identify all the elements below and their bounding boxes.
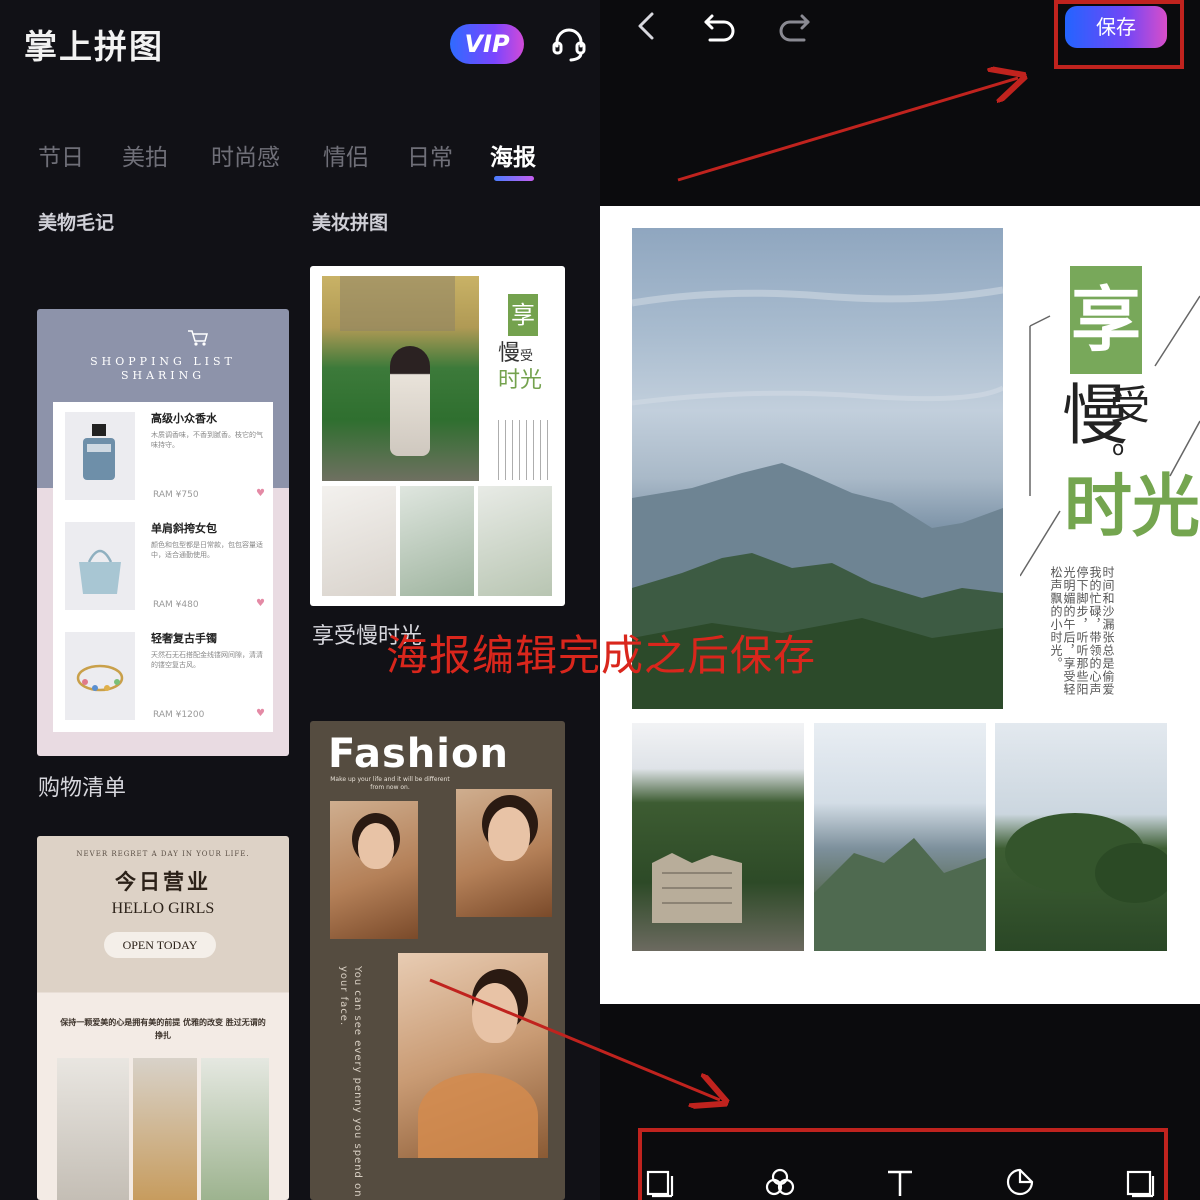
model-photo [456, 789, 552, 917]
today-title-en: HELLO GIRLS [111, 900, 215, 917]
item-desc: 颜色和包型都是日常款，包包容量适中，适合通勤使用。 [151, 541, 263, 559]
headset-icon[interactable] [548, 22, 590, 64]
poster-body-text[interactable]: 时间和沙漏张总是偷爱我的忙碌，带领的心声停下脚步，听听那些阳光明媚的午后，享受轻… [1049, 566, 1115, 706]
heart-icon: ♥ [256, 488, 265, 499]
item-price: RAM ¥1200 [153, 710, 205, 720]
template-card-slow-time[interactable]: 享 慢受 时光 [310, 266, 565, 606]
active-tab-indicator [494, 176, 534, 181]
sticker-icon[interactable] [1004, 1166, 1036, 1198]
today-title-cn: 今日营业 [115, 869, 211, 894]
undo-icon[interactable] [702, 8, 738, 44]
item-name: 单肩斜挎女包 [151, 522, 217, 535]
list-item: 单肩斜挎女包 颜色和包型都是日常款，包包容量适中，适合通勤使用。 RAM ¥48… [53, 512, 273, 620]
vip-badge-button[interactable]: VIP [450, 24, 524, 64]
tab-daily[interactable]: 日常 [407, 138, 453, 172]
poster-headline-box: 享 [508, 294, 538, 336]
perfume-image [65, 412, 135, 500]
poster-editor-panel: 保存 享 慢 受 o 时光 时间和沙漏张总是偷爱我的忙碌，带领的心声停下脚步，听… [600, 0, 1200, 1200]
poster-thumb-photo-1[interactable] [632, 723, 804, 951]
poster-thumb-photo-3[interactable] [995, 723, 1167, 951]
item-price: RAM ¥480 [153, 600, 199, 610]
list-item: 高级小众香水 木质调香味，不香到腻香。枝它的气味持守。 RAM ¥750 ♥ [53, 402, 273, 510]
reading-girl-photo [322, 276, 479, 481]
bag-image [65, 522, 135, 610]
fashion-title: Fashion [328, 731, 509, 777]
template-card-shopping[interactable]: SHOPPING LIST SHARING 高级小众香水 木质调香味，不香到腻香… [37, 309, 289, 756]
photo-thumb [201, 1058, 269, 1200]
today-open-badge: OPEN TODAY [104, 932, 216, 958]
list-item: 轻奢复古手镯 天然石无石搭配金线镂网间隙，清清的镂空复古风。 RAM ¥1200… [53, 622, 273, 730]
item-price: RAM ¥750 [153, 490, 199, 500]
template-gallery-panel: 掌上拼图 VIP 节日 美拍 时尚感 情侣 日常 海报 美物毛记 美妆拼图 SH… [0, 0, 600, 1200]
today-slogan: 保持一颗爱美的心是拥有美的前提 优雅的改变 胜过无谓的挣扎 [60, 1018, 266, 1040]
item-desc: 天然石无石搭配金线镂网间隙，清清的镂空复古风。 [151, 651, 263, 669]
shopping-heading-line2: SHARING [120, 369, 206, 382]
app-title: 掌上拼图 [24, 27, 164, 66]
model-photo [330, 801, 418, 939]
layout-icon[interactable] [644, 1166, 676, 1198]
item-name: 轻奢复古手镯 [151, 632, 217, 645]
cart-icon [188, 330, 208, 346]
tab-poster[interactable]: 海报 [490, 138, 536, 172]
fashion-tagline: Make up your life and it will be differe… [330, 776, 450, 791]
section-label-right: 美妆拼图 [312, 212, 389, 234]
poster-decor-lines [1020, 295, 1200, 577]
tab-fashion[interactable]: 时尚感 [211, 138, 280, 172]
photo-thumb [322, 486, 396, 596]
poster-body-text [498, 420, 550, 480]
text-icon[interactable] [884, 1166, 916, 1198]
today-top-line: NEVER REGRET A DAY IN YOUR LIFE. [76, 850, 250, 858]
tab-holiday[interactable]: 节日 [38, 138, 84, 172]
heart-icon: ♥ [256, 598, 265, 609]
heart-icon: ♥ [256, 708, 265, 719]
item-desc: 木质调香味，不香到腻香。枝它的气味持守。 [151, 431, 263, 449]
annotation-caption: 海报编辑完成之后保存 [386, 631, 817, 680]
frame-icon[interactable] [1124, 1166, 1156, 1198]
poster-canvas[interactable]: 享 慢 受 o 时光 时间和沙漏张总是偷爱我的忙碌，带领的心声停下脚步，听听那些… [600, 206, 1200, 1004]
redo-icon[interactable] [776, 8, 812, 44]
shopping-heading-line1: SHOPPING LIST [90, 355, 236, 368]
model-photo [398, 953, 548, 1158]
tab-beauty-shot[interactable]: 美拍 [122, 138, 168, 172]
back-arrow-icon[interactable] [630, 8, 666, 44]
photo-thumb [400, 486, 474, 596]
photo-thumb [133, 1058, 197, 1200]
filter-icon[interactable] [764, 1166, 796, 1198]
template-card-open-today[interactable]: NEVER REGRET A DAY IN YOUR LIFE. 今日营业 HE… [37, 836, 289, 1200]
template-caption-shopping: 购物清单 [38, 776, 127, 801]
bracelet-image [65, 632, 135, 720]
item-name: 高级小众香水 [151, 412, 217, 425]
poster-headline: 慢受 时光 [498, 341, 543, 393]
template-card-fashion[interactable]: Fashion Make up your life and it will be… [310, 721, 565, 1200]
poster-thumb-photo-2[interactable] [814, 723, 986, 951]
fashion-vertical-text: You can see every penny you spend on you… [338, 966, 363, 1198]
save-button[interactable]: 保存 [1065, 6, 1167, 48]
tab-couple[interactable]: 情侣 [323, 138, 369, 172]
section-label-left: 美物毛记 [38, 212, 115, 234]
photo-thumb [57, 1058, 129, 1200]
shopping-list: 高级小众香水 木质调香味，不香到腻香。枝它的气味持守。 RAM ¥750 ♥ 单… [53, 402, 273, 732]
photo-thumb [478, 486, 552, 596]
